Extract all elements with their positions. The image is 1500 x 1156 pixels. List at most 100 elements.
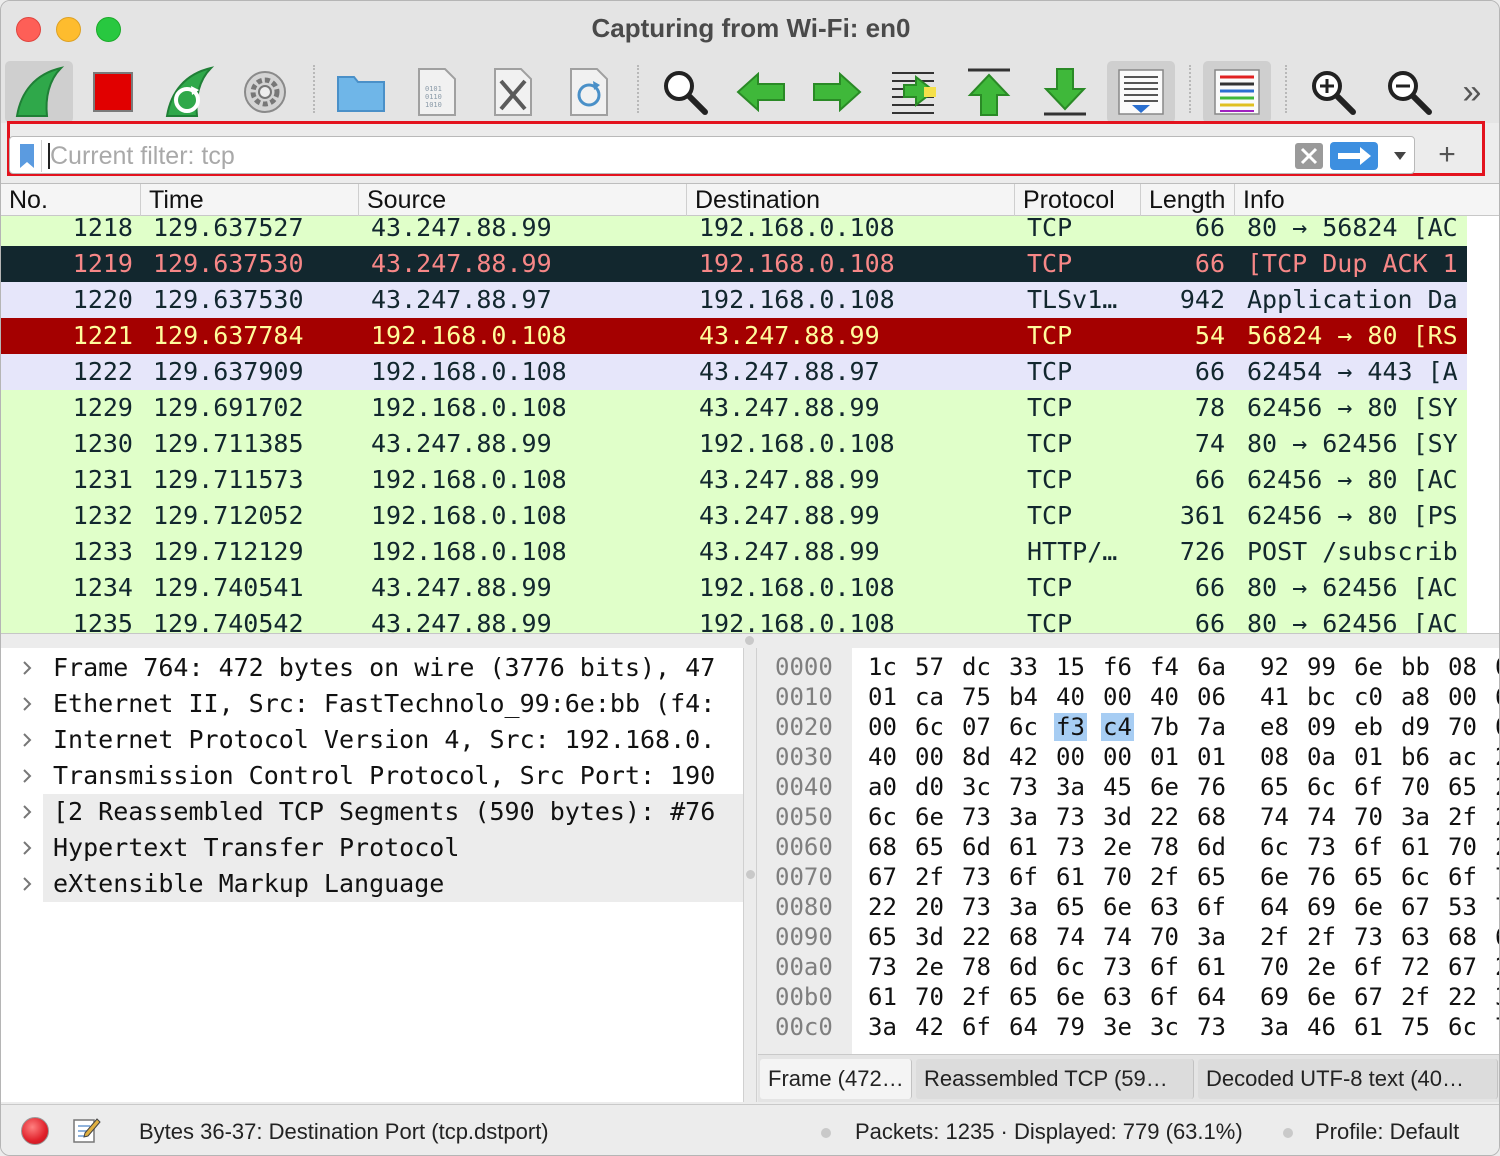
hex-byte[interactable]: 73 bbox=[868, 953, 897, 981]
hex-byte[interactable]: 74 bbox=[1103, 923, 1132, 951]
hex-byte[interactable]: 63 bbox=[1103, 983, 1132, 1011]
hex-byte[interactable]: 3a bbox=[1401, 803, 1430, 831]
hex-byte[interactable]: 01 bbox=[1150, 743, 1179, 771]
go-forward-button[interactable] bbox=[803, 61, 871, 123]
hex-byte[interactable]: 6c bbox=[1260, 833, 1289, 861]
column-header[interactable]: Protocol bbox=[1015, 184, 1141, 216]
hex-byte[interactable]: 15 bbox=[1056, 653, 1085, 681]
hex-byte[interactable]: 46 bbox=[1307, 1013, 1336, 1041]
hex-byte[interactable]: 2f bbox=[1448, 803, 1477, 831]
hex-byte[interactable]: 06 bbox=[1197, 683, 1226, 711]
hex-byte[interactable]: 2f bbox=[1495, 953, 1499, 981]
tree-item[interactable]: Transmission Control Protocol, Src Port:… bbox=[1, 758, 743, 794]
hex-byte[interactable]: 6c bbox=[1009, 713, 1038, 741]
hex-byte[interactable]: 65 bbox=[1495, 923, 1499, 951]
hex-byte[interactable]: 6e bbox=[1260, 863, 1289, 891]
hex-byte[interactable]: 70 bbox=[1103, 863, 1132, 891]
hex-byte[interactable]: 73 bbox=[1197, 1013, 1226, 1041]
hex-byte[interactable]: f4 bbox=[1150, 653, 1179, 681]
chevron-right-icon[interactable] bbox=[17, 766, 37, 786]
capture-options-button[interactable] bbox=[231, 61, 299, 123]
hex-byte[interactable]: 6e bbox=[1307, 983, 1336, 1011]
table-row[interactable]: 1235 129.740542 43.247.88.99 192.168.0.108 T… bbox=[1, 606, 1467, 633]
hex-byte[interactable]: 08 bbox=[1448, 653, 1477, 681]
filter-history-dropdown[interactable] bbox=[1390, 145, 1410, 167]
hex-byte[interactable]: 65 bbox=[868, 923, 897, 951]
tree-item[interactable]: Hypertext Transfer Protocol bbox=[1, 830, 743, 866]
hex-byte[interactable]: f3 bbox=[1054, 713, 1087, 741]
hex-byte[interactable]: 22 bbox=[1150, 803, 1179, 831]
hex-byte[interactable]: 00 bbox=[1056, 743, 1085, 771]
column-header[interactable]: Source bbox=[359, 184, 687, 216]
hex-byte[interactable]: 41 bbox=[1260, 683, 1289, 711]
hex-byte[interactable]: 61 bbox=[1354, 1013, 1383, 1041]
hex-byte[interactable]: a8 bbox=[1401, 683, 1430, 711]
hex-byte[interactable]: 07 bbox=[962, 713, 991, 741]
pane-splitter-horizontal[interactable] bbox=[1, 633, 1499, 647]
hex-byte[interactable]: 6e bbox=[915, 803, 944, 831]
column-header[interactable]: Info bbox=[1235, 184, 1499, 216]
column-header[interactable]: No. bbox=[1, 184, 141, 216]
hex-byte[interactable]: 6c bbox=[1056, 953, 1085, 981]
table-row[interactable]: 1230 129.711385 43.247.88.99 192.168.0.108 T… bbox=[1, 426, 1467, 462]
capture-comment-button[interactable] bbox=[71, 1115, 101, 1145]
hex-byte[interactable]: 00 bbox=[915, 743, 944, 771]
hex-byte[interactable]: 3a bbox=[868, 1013, 897, 1041]
column-header[interactable]: Destination bbox=[687, 184, 1015, 216]
hex-byte[interactable]: 8d bbox=[962, 743, 991, 771]
hex-byte[interactable]: 20 bbox=[915, 893, 944, 921]
hex-byte[interactable]: 3d bbox=[915, 923, 944, 951]
toolbar-overflow-button[interactable]: » bbox=[1447, 61, 1497, 123]
display-filter-input[interactable] bbox=[50, 139, 1290, 173]
hex-byte[interactable]: 3d bbox=[1103, 803, 1132, 831]
hex-byte[interactable]: 6d bbox=[962, 833, 991, 861]
hex-byte[interactable]: 7b bbox=[1150, 713, 1179, 741]
expert-info-status-icon[interactable] bbox=[21, 1117, 49, 1145]
hex-byte[interactable]: eb bbox=[1354, 713, 1383, 741]
hex-byte[interactable]: 3c bbox=[962, 773, 991, 801]
hex-byte[interactable]: 6f bbox=[1009, 863, 1038, 891]
hex-byte[interactable]: 02 bbox=[1495, 713, 1499, 741]
hex-byte[interactable]: 2f bbox=[1260, 923, 1289, 951]
hex-byte[interactable]: 22 bbox=[962, 923, 991, 951]
hex-byte[interactable]: dc bbox=[962, 653, 991, 681]
hex-byte[interactable]: d0 bbox=[915, 773, 944, 801]
tree-item[interactable]: Frame 764: 472 bytes on wire (3776 bits)… bbox=[1, 650, 743, 686]
hex-byte[interactable]: 73 bbox=[1056, 833, 1085, 861]
profile-status[interactable]: Profile: Default bbox=[1315, 1105, 1459, 1155]
hex-byte[interactable]: 3c bbox=[1150, 1013, 1179, 1041]
zoom-in-button[interactable] bbox=[1299, 61, 1367, 123]
hex-byte[interactable]: 73 bbox=[962, 863, 991, 891]
hex-byte[interactable]: 73 bbox=[1103, 953, 1132, 981]
hex-byte[interactable]: 57 bbox=[915, 653, 944, 681]
chevron-right-icon[interactable] bbox=[17, 658, 37, 678]
hex-byte[interactable]: 68 bbox=[1197, 803, 1226, 831]
colorize-button[interactable] bbox=[1203, 61, 1271, 123]
hex-byte[interactable]: 73 bbox=[1056, 803, 1085, 831]
hex-byte[interactable]: 6c bbox=[1401, 863, 1430, 891]
hex-byte[interactable]: 61 bbox=[1197, 953, 1226, 981]
hex-byte[interactable]: 2f bbox=[1150, 863, 1179, 891]
hex-byte[interactable]: 6f bbox=[1150, 983, 1179, 1011]
table-row[interactable]: 1219 129.637530 43.247.88.99 192.168.0.108 T… bbox=[1, 246, 1467, 282]
filter-bookmark-button[interactable] bbox=[12, 140, 42, 172]
hex-byte[interactable]: 2f bbox=[962, 983, 991, 1011]
hex-byte[interactable]: 65 bbox=[1056, 893, 1085, 921]
hex-byte[interactable]: 76 bbox=[1197, 773, 1226, 801]
hex-byte[interactable]: a0 bbox=[868, 773, 897, 801]
hex-byte[interactable]: 75 bbox=[962, 683, 991, 711]
hex-byte[interactable]: 6f bbox=[1354, 953, 1383, 981]
hex-byte[interactable]: 76 bbox=[1307, 863, 1336, 891]
hex-byte[interactable]: 65 bbox=[1197, 863, 1226, 891]
bytes-tab[interactable]: Decoded UTF-8 text (40… bbox=[1198, 1059, 1498, 1099]
hex-byte[interactable]: 6d bbox=[1197, 833, 1226, 861]
hex-byte[interactable]: 6e bbox=[1103, 893, 1132, 921]
chevron-right-icon[interactable] bbox=[17, 874, 37, 894]
hex-byte[interactable]: 78 bbox=[1150, 833, 1179, 861]
chevron-right-icon[interactable] bbox=[17, 838, 37, 858]
hex-byte[interactable]: 6e bbox=[1150, 773, 1179, 801]
hex-byte[interactable]: 6f bbox=[1150, 953, 1179, 981]
zoom-out-button[interactable] bbox=[1375, 61, 1443, 123]
table-row[interactable]: 1232 129.712052 192.168.0.108 43.247.88.99 T… bbox=[1, 498, 1467, 534]
hex-byte[interactable]: b4 bbox=[1009, 683, 1038, 711]
